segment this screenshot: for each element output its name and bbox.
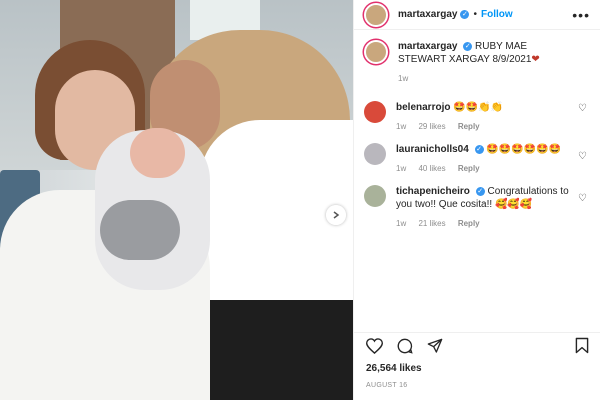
post-side-panel: martaxargay ✓ • Follow ••• martaxargay ✓… xyxy=(353,0,600,400)
caption: martaxargay ✓ RUBY MAE STEWART XARGAY 8/… xyxy=(354,30,600,85)
author-username[interactable]: martaxargay xyxy=(398,9,457,20)
heart-icon[interactable] xyxy=(365,337,384,358)
comment-item: lauranicholls04 ✓ 🤩🤩🤩🤩🤩🤩 1w 40 likes Rep… xyxy=(354,133,600,175)
heart-emoji: ❤ xyxy=(531,54,540,65)
reply-button[interactable]: Reply xyxy=(458,219,480,228)
comment-time[interactable]: 1w xyxy=(396,122,406,131)
verified-badge-icon: ✓ xyxy=(475,186,485,196)
comment-likes[interactable]: 29 likes xyxy=(418,122,445,131)
chevron-right-icon xyxy=(333,211,340,219)
next-photo-button[interactable] xyxy=(326,205,346,225)
reply-button[interactable]: Reply xyxy=(458,122,480,131)
post-date: AUGUST 16 xyxy=(366,382,408,389)
post-photo xyxy=(0,0,353,400)
separator-dot: • xyxy=(473,9,477,20)
comments-list[interactable]: martaxargay ✓ RUBY MAE STEWART XARGAY 8/… xyxy=(354,30,600,330)
bookmark-icon[interactable] xyxy=(575,337,589,358)
comment-avatar[interactable] xyxy=(364,185,386,207)
caption-username[interactable]: martaxargay xyxy=(398,41,457,52)
verified-badge-icon: ✓ xyxy=(474,144,484,154)
verified-badge-icon: ✓ xyxy=(463,41,473,51)
photo-person2-pants xyxy=(210,300,353,400)
comment-username[interactable]: tichapenicheiro xyxy=(396,186,470,197)
photo-baby-head xyxy=(130,128,185,178)
photo-panda-onesie xyxy=(100,200,180,260)
comment-emoji: 🤩🤩👏👏 xyxy=(453,102,504,113)
caption-time[interactable]: 1w xyxy=(398,74,408,83)
verified-badge-icon: ✓ xyxy=(460,10,470,19)
author-avatar[interactable] xyxy=(364,2,388,27)
comment-avatar[interactable] xyxy=(364,101,386,123)
like-comment-heart-icon[interactable]: ♡ xyxy=(578,193,587,204)
post-actions-bar xyxy=(354,332,600,362)
comment-item: tichapenicheiro ✓ Congratulations to you… xyxy=(354,175,600,230)
comment-likes[interactable]: 21 likes xyxy=(418,219,445,228)
comment-icon[interactable] xyxy=(397,338,413,358)
comment-username[interactable]: belenarrojo xyxy=(396,102,450,113)
share-icon[interactable] xyxy=(427,338,443,358)
comment-item: belenarrojo 🤩🤩👏👏 1w 29 likes Reply ♡ xyxy=(354,85,600,133)
likes-count[interactable]: 26,564 likes xyxy=(366,363,422,374)
comment-time[interactable]: 1w xyxy=(396,164,406,173)
post-header: martaxargay ✓ • Follow ••• xyxy=(354,0,600,30)
more-options-icon[interactable]: ••• xyxy=(572,7,590,23)
comment-time[interactable]: 1w xyxy=(396,219,406,228)
reply-button[interactable]: Reply xyxy=(458,164,480,173)
comment-username[interactable]: lauranicholls04 xyxy=(396,144,469,155)
like-comment-heart-icon[interactable]: ♡ xyxy=(578,151,587,162)
comment-emoji: 🥰🥰🥰 xyxy=(494,199,533,210)
comment-avatar[interactable] xyxy=(364,143,386,165)
caption-avatar[interactable] xyxy=(364,40,388,64)
comment-likes[interactable]: 40 likes xyxy=(418,164,445,173)
like-comment-heart-icon[interactable]: ♡ xyxy=(578,103,587,114)
comment-emoji: 🤩🤩🤩🤩🤩🤩 xyxy=(486,144,562,155)
follow-button[interactable]: Follow xyxy=(481,9,513,20)
